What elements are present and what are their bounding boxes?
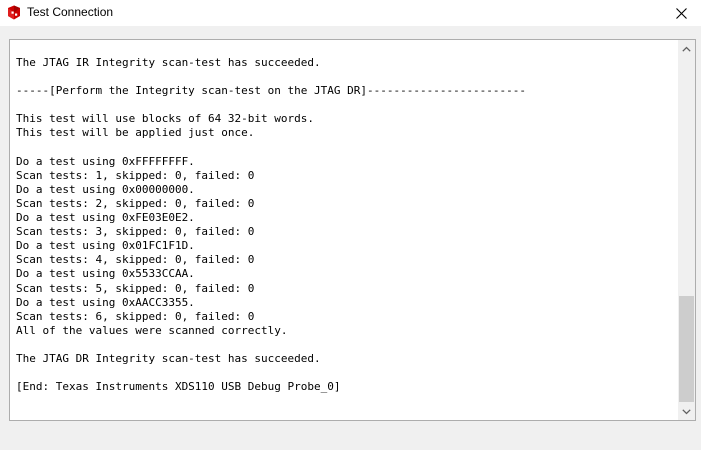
console-line: Scan tests: 2, skipped: 0, failed: 0 [16,196,255,210]
console-line: Do a test using 0xFE03E0E2. [16,211,195,225]
console-line: Do a test using 0x00000000. [16,182,195,196]
console-line: [End: Texas Instruments XDS110 USB Debug… [16,380,341,394]
scroll-thumb[interactable] [679,296,694,402]
console-line: Scan tests: 3, skipped: 0, failed: 0 [16,225,255,239]
console-line: This test will use blocks of 64 32-bit w… [16,112,315,126]
chevron-up-icon [682,46,691,52]
scroll-down-button[interactable] [678,403,695,420]
vertical-scrollbar[interactable] [678,40,695,420]
console-output-text: The JTAG IR Integrity scan-test has succ… [16,56,675,394]
console-line: Scan tests: 1, skipped: 0, failed: 0 [16,168,255,182]
console-line: Scan tests: 4, skipped: 0, failed: 0 [16,253,255,267]
console-line: The JTAG IR Integrity scan-test has succ… [16,56,321,69]
scroll-up-button[interactable] [678,40,695,57]
console-line: Do a test using 0x01FC1F1D. [16,239,195,253]
console-line: -----[Perform the Integrity scan-test on… [16,84,526,98]
ti-logo-icon [8,5,20,20]
window-title: Test Connection [27,5,114,19]
console-output-panel[interactable]: The JTAG IR Integrity scan-test has succ… [9,39,696,421]
console-line: Scan tests: 6, skipped: 0, failed: 0 [16,309,255,323]
chevron-down-icon [682,408,691,414]
console-line: This test will be applied just once. [16,126,255,140]
close-button[interactable] [661,0,701,26]
console-line: The JTAG DR Integrity scan-test has succ… [16,351,321,365]
console-line: All of the values were scanned correctly… [16,323,288,337]
console-line: Do a test using 0xFFFFFFFF. [16,154,195,168]
title-bar: Test Connection [0,0,701,26]
console-line: Do a test using 0xAACC3355. [16,295,195,309]
close-icon [675,7,687,19]
console-line: Do a test using 0x5533CCAA. [16,267,195,281]
console-line: Scan tests: 5, skipped: 0, failed: 0 [16,281,255,295]
